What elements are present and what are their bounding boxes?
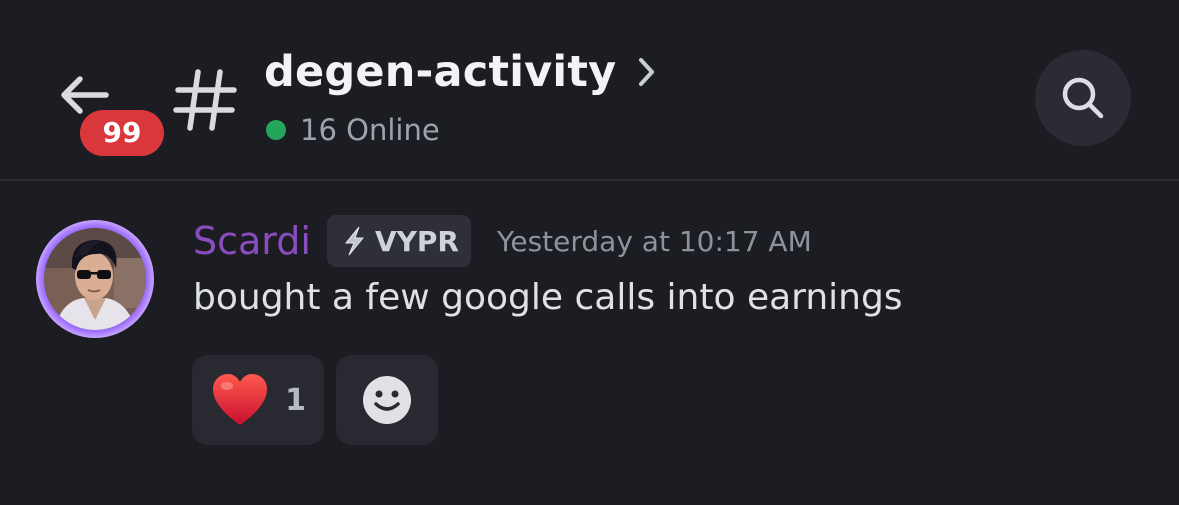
add-reaction-button[interactable]	[336, 355, 438, 445]
heart-icon	[213, 374, 267, 425]
chevron-right-icon	[639, 58, 655, 86]
message-item[interactable]: Scardi VYPR Yesterday at 10:17 AM bought…	[0, 181, 1179, 505]
reactions-bar: 1	[192, 355, 438, 445]
guild-tag[interactable]: VYPR	[326, 215, 471, 267]
reaction-count: 1	[285, 382, 306, 418]
bolt-icon	[344, 226, 364, 256]
avatar[interactable]	[36, 220, 154, 338]
search-button[interactable]	[1035, 50, 1131, 146]
online-status-dot	[266, 120, 286, 140]
message-header: Scardi VYPR Yesterday at 10:17 AM	[193, 214, 812, 268]
guild-tag-label: VYPR	[374, 224, 459, 258]
online-count: 16 Online	[300, 113, 440, 147]
reaction-heart[interactable]: 1	[192, 355, 324, 445]
channel-title-button[interactable]: degen-activity	[264, 40, 658, 104]
unread-badge: 99	[80, 110, 164, 156]
search-icon	[1062, 77, 1104, 119]
message-timestamp: Yesterday at 10:17 AM	[496, 224, 812, 258]
smiley-face-icon	[363, 376, 411, 424]
hash-icon	[173, 69, 237, 131]
message-content: bought a few google calls into earnings	[193, 277, 903, 318]
online-status: 16 Online	[266, 110, 440, 150]
channel-name: degen-activity	[264, 47, 617, 97]
author-name[interactable]: Scardi	[193, 219, 311, 263]
avatar-image	[44, 228, 146, 330]
channel-header: 99 degen-activity 16 Online	[0, 0, 1179, 180]
chat-screen: 99 degen-activity 16 Online Scardi VYPR …	[0, 0, 1179, 505]
